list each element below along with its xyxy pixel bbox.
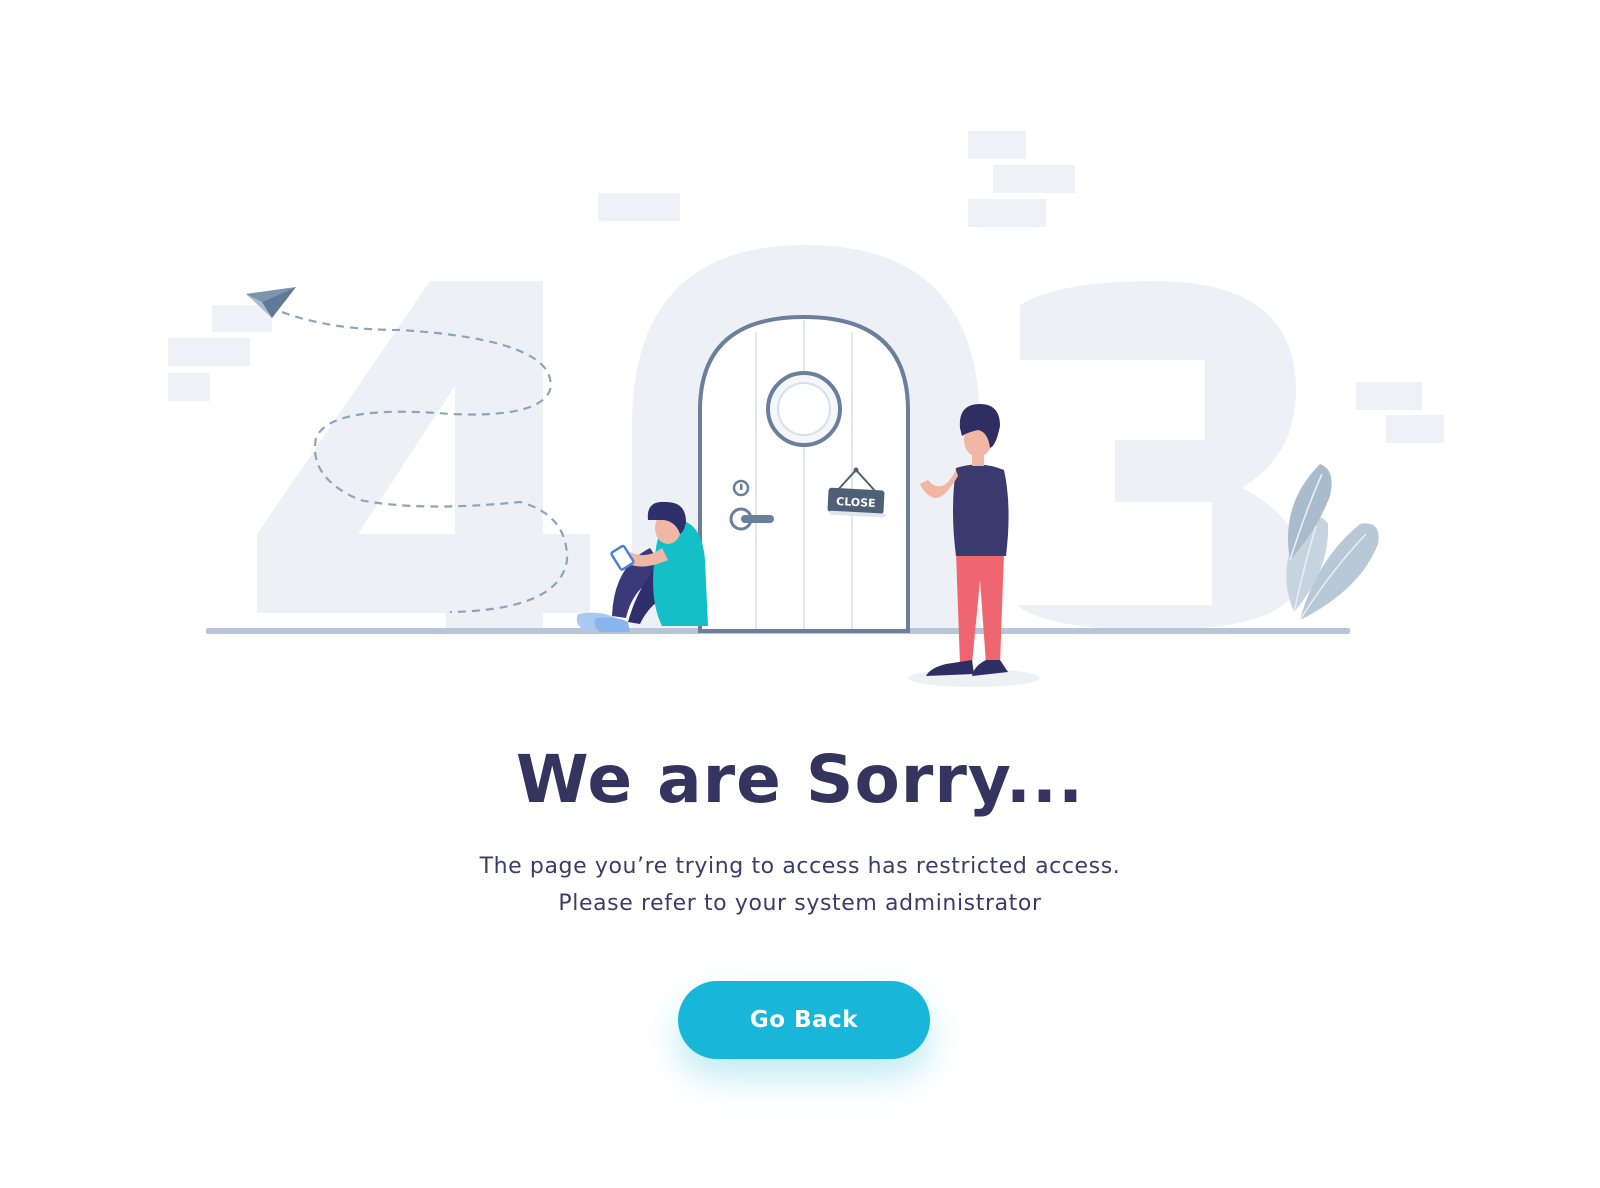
closed-door: CLOSE [698, 314, 910, 633]
leaf-plant-icon [1286, 464, 1379, 621]
go-back-button[interactable]: Go Back [678, 981, 930, 1059]
error-message-line-1: The page you’re trying to access has res… [479, 854, 1121, 879]
page-title: We are Sorry... [515, 741, 1085, 818]
digit-4 [257, 281, 590, 630]
error-message-line-2: Please refer to your system administrato… [558, 891, 1042, 916]
digit-3 [1018, 281, 1302, 630]
door-lock-icon [732, 479, 750, 497]
illustration-403: CLOSE [168, 131, 1444, 687]
error-message: The page you’re trying to access has res… [0, 848, 1600, 922]
door-sign-text: CLOSE [836, 495, 876, 510]
error-403-page: CLOSE We are Sorry... The page you’re tr… [0, 0, 1600, 1188]
